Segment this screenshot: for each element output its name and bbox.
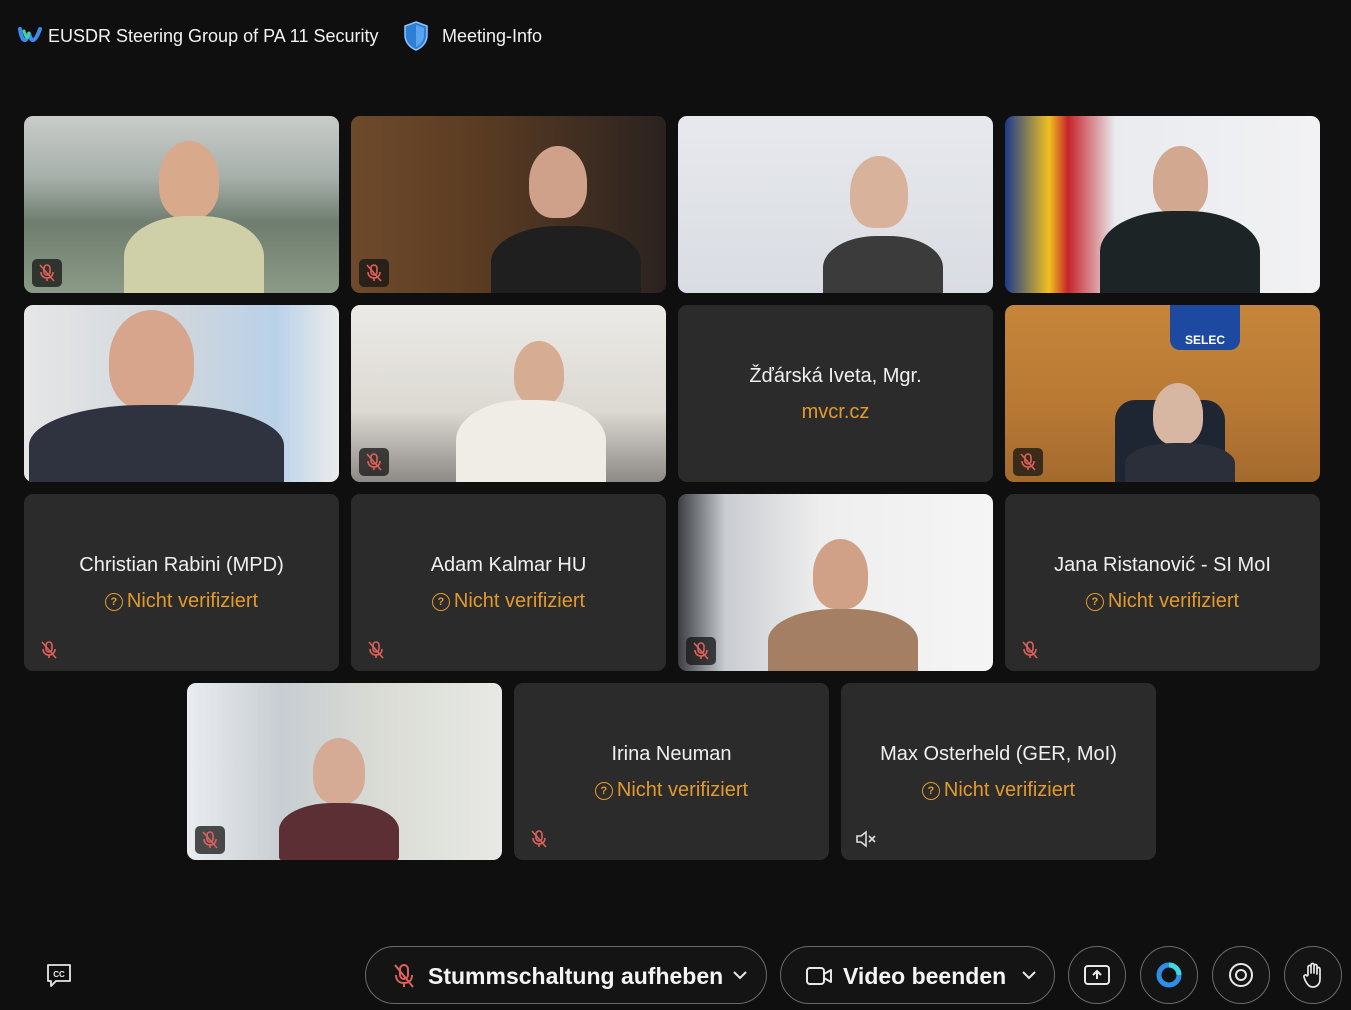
participant-name: Irina Neuman: [611, 743, 732, 765]
closed-captions-button[interactable]: CC: [44, 960, 74, 990]
record-button[interactable]: [1212, 946, 1270, 1004]
mic-off-icon: [1022, 641, 1038, 659]
mic-muted-indicator: [359, 259, 389, 287]
verification-status: ? Nicht verifiziert: [514, 779, 829, 802]
participant-tile-video[interactable]: SELEC: [1005, 305, 1320, 482]
participant-face: [1153, 146, 1208, 216]
mic-off-icon: [693, 642, 709, 660]
unmute-label: Stummschaltung aufheben: [428, 963, 724, 989]
verification-status: ? Nicht verifiziert: [24, 590, 339, 613]
verification-status: ? Nicht verifiziert: [1005, 590, 1320, 613]
participant-face: [1153, 383, 1203, 445]
mic-muted-indicator: [1017, 637, 1043, 663]
participant-name: Jana Ristanović - SI MoI: [1054, 554, 1271, 576]
participant-tile-name[interactable]: Christian Rabini (MPD) ? Nicht verifizier…: [24, 494, 339, 671]
participant-tile-name[interactable]: Adam Kalmar HU ? Nicht verifiziert: [351, 494, 666, 671]
mic-off-icon: [531, 830, 547, 848]
participant-body: [456, 400, 606, 482]
chevron-down-icon[interactable]: [732, 969, 748, 981]
participant-tile-name[interactable]: Žďárská Iveta, Mgr. mvcr.cz: [678, 305, 993, 482]
participant-body: [491, 226, 641, 293]
question-icon: ?: [921, 782, 940, 800]
participant-body: [124, 216, 264, 293]
participant-face: [313, 738, 365, 804]
participant-body: [1125, 443, 1235, 482]
record-icon: [1229, 963, 1253, 987]
participant-tile-video[interactable]: [24, 305, 339, 482]
participant-name: Žďárská Iveta, Mgr.: [749, 365, 922, 387]
stop-video-button[interactable]: Video beenden: [780, 946, 1055, 1004]
mic-off-icon: [366, 264, 382, 282]
participant-tile-video[interactable]: [1005, 116, 1320, 293]
mic-muted-indicator: [526, 826, 552, 852]
participant-tile-name[interactable]: Irina Neuman ? Nicht verifiziert: [514, 683, 829, 860]
participant-tile-video[interactable]: [678, 494, 993, 671]
unmute-button[interactable]: Stummschaltung aufheben: [365, 946, 767, 1004]
participant-tile-video[interactable]: [678, 116, 993, 293]
participant-body: [768, 609, 918, 671]
share-icon: [1084, 965, 1110, 985]
mic-muted-indicator: [359, 448, 389, 476]
participant-body: [823, 236, 943, 293]
mic-muted-indicator: [363, 637, 389, 663]
speaker-muted-indicator: [853, 826, 879, 852]
verification-status: ? Nicht verifiziert: [351, 590, 666, 613]
participant-tile-video[interactable]: [351, 116, 666, 293]
participant-face: [850, 156, 908, 228]
participant-body: [279, 803, 399, 860]
raise-hand-button[interactable]: [1284, 946, 1342, 1004]
mic-off-icon: [366, 453, 382, 471]
stop-video-label: Video beenden: [843, 963, 1007, 989]
mic-off-icon: [41, 641, 57, 659]
participant-name: Adam Kalmar HU: [430, 554, 587, 576]
webex-logo-icon: [18, 27, 42, 42]
participant-face: [529, 146, 587, 218]
participant-body: [1100, 211, 1260, 293]
video-camera-icon: [806, 967, 832, 985]
meeting-title: EUSDR Steering Group of PA 11 Security: [48, 26, 379, 46]
participant-name: Christian Rabini (MPD): [79, 554, 284, 576]
mic-off-icon: [394, 964, 414, 988]
raise-hand-icon: [1303, 962, 1321, 988]
question-icon: ?: [431, 593, 450, 611]
meeting-header: EUSDR Steering Group of PA 11 Security M…: [0, 0, 1351, 72]
shield-icon: [404, 21, 428, 51]
speaker-mute-icon: [856, 830, 876, 848]
share-button[interactable]: [1068, 946, 1126, 1004]
participant-tile-name[interactable]: Max Osterheld (GER, MoI) ? Nicht verifizi…: [841, 683, 1156, 860]
participant-tile-video[interactable]: [187, 683, 502, 860]
participant-tile-video[interactable]: [24, 116, 339, 293]
participant-face: [109, 310, 194, 410]
mic-off-icon: [202, 831, 218, 849]
closed-captions-icon: CC: [47, 964, 71, 987]
participant-tile-name[interactable]: Jana Ristanović - SI MoI ? Nicht verifizi…: [1005, 494, 1320, 671]
mic-muted-indicator: [195, 826, 225, 854]
question-icon: ?: [104, 593, 123, 611]
mic-off-icon: [1020, 453, 1036, 471]
participant-organization: mvcr.cz: [801, 401, 870, 423]
verification-status: ? Nicht verifiziert: [841, 779, 1156, 802]
mic-muted-indicator: [36, 637, 62, 663]
meeting-info-label: Meeting-Info: [442, 26, 543, 46]
participant-face: [813, 539, 868, 609]
selec-logo: SELEC: [1170, 305, 1240, 350]
question-icon: ?: [1085, 593, 1104, 611]
participant-tile-video[interactable]: [351, 305, 666, 482]
mic-off-icon: [368, 641, 384, 659]
participant-face: [514, 341, 564, 405]
mic-muted-indicator: [32, 259, 62, 287]
participant-face: [159, 141, 219, 219]
participant-name: Max Osterheld (GER, MoI): [880, 743, 1117, 765]
webex-ai-icon: [1156, 962, 1182, 988]
mic-muted-indicator: [1013, 448, 1043, 476]
participant-body: [29, 405, 284, 482]
ai-assistant-button[interactable]: [1140, 946, 1198, 1004]
mic-off-icon: [39, 264, 55, 282]
svg-text:CC: CC: [53, 970, 65, 979]
mic-muted-indicator: [686, 637, 716, 665]
question-icon: ?: [594, 782, 613, 800]
chevron-down-icon[interactable]: [1021, 969, 1037, 981]
